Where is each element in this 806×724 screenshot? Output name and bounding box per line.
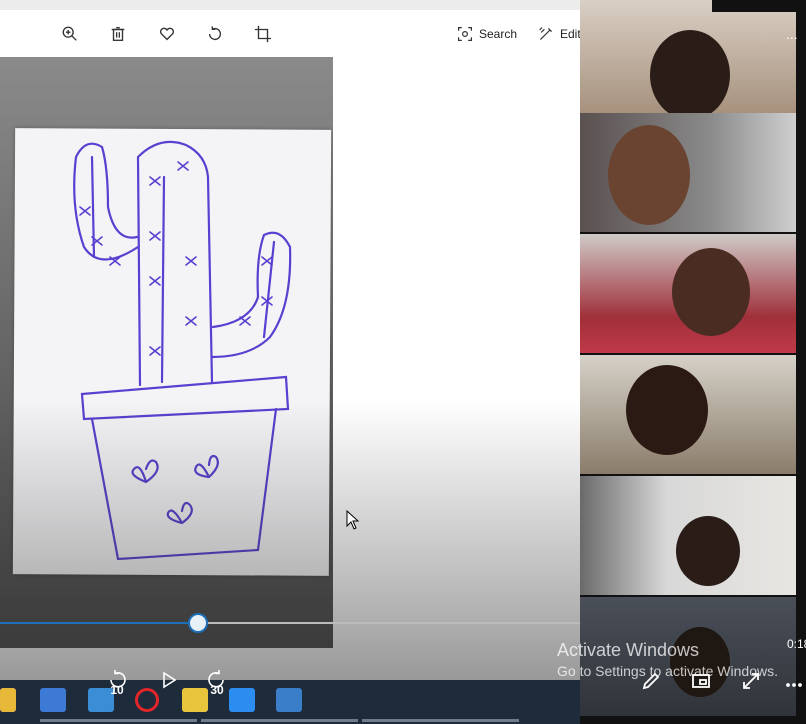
participant-silhouette bbox=[626, 365, 708, 455]
picture-in-picture-button[interactable] bbox=[688, 668, 714, 694]
participant-tile[interactable] bbox=[580, 355, 796, 474]
fullscreen-button[interactable] bbox=[738, 668, 764, 694]
file-explorer-icon[interactable] bbox=[0, 688, 16, 712]
photos-app-icon[interactable] bbox=[276, 688, 302, 712]
ellipsis-icon bbox=[786, 683, 802, 687]
participant-silhouette bbox=[650, 30, 730, 119]
expand-icon bbox=[743, 673, 759, 689]
photos-app-window: Search Edit 10 30 bbox=[0, 0, 581, 724]
participant-tile[interactable] bbox=[580, 234, 796, 353]
forward-seconds: 30 bbox=[210, 683, 224, 697]
participant-silhouette bbox=[608, 125, 690, 225]
participant-tile[interactable] bbox=[580, 113, 796, 232]
forward-button[interactable]: 30 bbox=[202, 666, 232, 697]
zoom-in-icon[interactable] bbox=[58, 22, 82, 46]
participant-silhouette bbox=[676, 516, 740, 586]
taskbar-indicator bbox=[201, 719, 358, 722]
edit-button[interactable]: Edit bbox=[538, 22, 581, 46]
more-label: ... bbox=[786, 26, 798, 42]
rewind-seconds: 10 bbox=[110, 683, 124, 697]
participant-silhouette bbox=[672, 248, 750, 336]
photo-toolbar: Search Edit bbox=[0, 10, 581, 57]
more-options-button[interactable]: ... bbox=[786, 22, 798, 46]
miniview-icon bbox=[692, 674, 710, 688]
edit-label: Edit bbox=[560, 27, 581, 41]
photo-cactus-drawing bbox=[0, 57, 333, 648]
zoom-app-icon[interactable] bbox=[229, 688, 255, 712]
pen-icon bbox=[642, 672, 660, 690]
watermark-title: Activate Windows bbox=[557, 640, 700, 660]
crop-icon[interactable] bbox=[251, 22, 275, 46]
draw-button[interactable] bbox=[638, 668, 664, 694]
mouse-cursor-icon bbox=[346, 510, 360, 530]
search-button[interactable]: Search bbox=[457, 22, 517, 46]
heart-icon[interactable] bbox=[155, 22, 179, 46]
trash-icon[interactable] bbox=[106, 22, 130, 46]
edit-icon bbox=[539, 27, 553, 41]
rotate-icon[interactable] bbox=[203, 22, 227, 46]
participant-tile[interactable] bbox=[580, 476, 796, 595]
rewind-button[interactable]: 10 bbox=[102, 666, 132, 697]
player-more-button[interactable] bbox=[784, 668, 804, 694]
video-call-gallery bbox=[580, 0, 806, 724]
taskbar-indicator bbox=[40, 719, 197, 722]
store-icon[interactable] bbox=[40, 688, 66, 712]
title-strip bbox=[0, 0, 580, 10]
play-icon bbox=[163, 671, 177, 689]
playback-timecode: 0:18 bbox=[787, 637, 806, 651]
top-corner-bar bbox=[712, 0, 806, 12]
cactus-drawing bbox=[73, 140, 292, 561]
play-button[interactable] bbox=[153, 666, 183, 694]
search-label: Search bbox=[479, 27, 518, 41]
participant-tile[interactable] bbox=[580, 0, 796, 119]
seek-bar-progress bbox=[0, 622, 198, 624]
taskbar-indicator bbox=[362, 719, 519, 722]
visual-search-icon bbox=[458, 27, 472, 41]
